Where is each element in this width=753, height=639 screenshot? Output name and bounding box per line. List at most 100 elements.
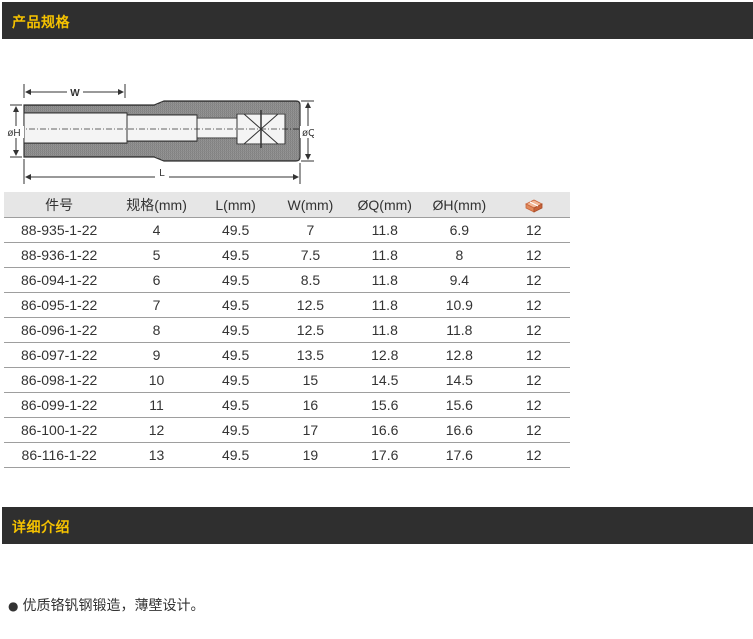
label-q: øQ (302, 128, 314, 139)
cell-width: 15 (272, 367, 349, 393)
cell-width: 16 (272, 392, 349, 418)
cell-length: 49.5 (198, 217, 273, 243)
label-w: W (70, 88, 80, 99)
table-row: 86-099-1-22 11 49.5 16 15.6 15.6 12 (4, 392, 570, 418)
label-h: øH (7, 128, 20, 139)
table-row: 86-100-1-22 12 49.5 17 16.6 16.6 12 (4, 417, 570, 443)
cell-q-diameter: 11.8 (348, 242, 422, 268)
cell-length: 49.5 (198, 317, 273, 343)
cell-h-diameter: 17.6 (421, 442, 498, 468)
table-row: 86-116-1-22 13 49.5 19 17.6 17.6 12 (4, 442, 570, 468)
cell-q-diameter: 12.8 (348, 342, 422, 368)
cell-h-diameter: 6.9 (421, 217, 498, 243)
package-icon (524, 199, 543, 213)
cell-q-diameter: 15.6 (348, 392, 422, 418)
cell-h-diameter: 12.8 (421, 342, 498, 368)
cell-quantity: 12 (497, 417, 570, 443)
cell-quantity: 12 (497, 392, 570, 418)
cell-part-no: 86-098-1-22 (4, 367, 115, 393)
cell-length: 49.5 (198, 417, 273, 443)
cell-size: 7 (114, 292, 199, 318)
cell-part-no: 88-936-1-22 (4, 242, 115, 268)
cell-quantity: 12 (497, 217, 570, 243)
cell-width: 19 (272, 442, 349, 468)
cell-width: 8.5 (272, 267, 349, 293)
cell-part-no: 86-095-1-22 (4, 292, 115, 318)
cell-part-no: 86-099-1-22 (4, 392, 115, 418)
cell-h-diameter: 14.5 (421, 367, 498, 393)
cell-length: 49.5 (198, 367, 273, 393)
cell-width: 13.5 (272, 342, 349, 368)
header-q-diameter: ØQ(mm) (348, 192, 422, 218)
table-row: 86-096-1-22 8 49.5 12.5 11.8 11.8 12 (4, 317, 570, 343)
cell-length: 49.5 (198, 392, 273, 418)
cell-size: 8 (114, 317, 199, 343)
table-row: 86-094-1-22 6 49.5 8.5 11.8 9.4 12 (4, 267, 570, 293)
spec-section-title: 产品规格 (12, 15, 70, 31)
table-row: 88-935-1-22 4 49.5 7 11.8 6.9 12 (4, 217, 570, 243)
header-h-diameter: ØH(mm) (421, 192, 498, 218)
header-size: 规格(mm) (114, 192, 199, 218)
label-l: L (159, 168, 165, 179)
cell-size: 9 (114, 342, 199, 368)
table-header-row: 件号 规格(mm) L(mm) W(mm) ØQ(mm) ØH(mm) (4, 192, 570, 218)
description-line: ● 优质铬钒钢锻造，薄壁设计。 (8, 595, 204, 615)
cell-size: 13 (114, 442, 199, 468)
cell-part-no: 86-116-1-22 (4, 442, 115, 468)
cell-size: 12 (114, 417, 199, 443)
header-part-no: 件号 (4, 192, 115, 218)
cell-quantity: 12 (497, 267, 570, 293)
cell-part-no: 88-935-1-22 (4, 217, 115, 243)
cell-width: 12.5 (272, 292, 349, 318)
header-quantity (497, 192, 570, 218)
cell-quantity: 12 (497, 317, 570, 343)
cell-length: 49.5 (198, 267, 273, 293)
cell-h-diameter: 11.8 (421, 317, 498, 343)
cell-h-diameter: 15.6 (421, 392, 498, 418)
socket-diagram: W øH øQ L (4, 84, 314, 184)
cell-length: 49.5 (198, 342, 273, 368)
cell-quantity: 12 (497, 367, 570, 393)
cell-width: 7.5 (272, 242, 349, 268)
header-length: L(mm) (198, 192, 273, 218)
table-row: 88-936-1-22 5 49.5 7.5 11.8 8 12 (4, 242, 570, 268)
table-row: 86-098-1-22 10 49.5 15 14.5 14.5 12 (4, 367, 570, 393)
cell-h-diameter: 9.4 (421, 267, 498, 293)
cell-size: 4 (114, 217, 199, 243)
cell-part-no: 86-094-1-22 (4, 267, 115, 293)
detail-section-title: 详细介绍 (12, 520, 70, 536)
cell-q-diameter: 17.6 (348, 442, 422, 468)
header-width: W(mm) (272, 192, 349, 218)
bullet-icon: ● (8, 599, 19, 613)
description-text: 优质铬钒钢锻造，薄壁设计。 (22, 598, 205, 614)
table-row: 86-095-1-22 7 49.5 12.5 11.8 10.9 12 (4, 292, 570, 318)
cell-length: 49.5 (198, 242, 273, 268)
cell-part-no: 86-096-1-22 (4, 317, 115, 343)
cell-q-diameter: 11.8 (348, 317, 422, 343)
cell-part-no: 86-097-1-22 (4, 342, 115, 368)
table-row: 86-097-1-22 9 49.5 13.5 12.8 12.8 12 (4, 342, 570, 368)
detail-section-bar: 详细介绍 (2, 507, 753, 544)
cell-q-diameter: 16.6 (348, 417, 422, 443)
spec-section-bar: 产品规格 (2, 2, 753, 39)
cell-quantity: 12 (497, 442, 570, 468)
cell-q-diameter: 14.5 (348, 367, 422, 393)
cell-h-diameter: 16.6 (421, 417, 498, 443)
cell-quantity: 12 (497, 242, 570, 268)
cell-width: 17 (272, 417, 349, 443)
cell-length: 49.5 (198, 442, 273, 468)
cell-size: 5 (114, 242, 199, 268)
cell-width: 12.5 (272, 317, 349, 343)
cell-h-diameter: 8 (421, 242, 498, 268)
spec-table: 件号 规格(mm) L(mm) W(mm) ØQ(mm) ØH(mm) 88-9… (4, 192, 570, 468)
cell-q-diameter: 11.8 (348, 267, 422, 293)
cell-size: 10 (114, 367, 199, 393)
cell-q-diameter: 11.8 (348, 217, 422, 243)
cell-length: 49.5 (198, 292, 273, 318)
cell-quantity: 12 (497, 292, 570, 318)
cell-quantity: 12 (497, 342, 570, 368)
cell-h-diameter: 10.9 (421, 292, 498, 318)
cell-q-diameter: 11.8 (348, 292, 422, 318)
cell-size: 6 (114, 267, 199, 293)
cell-width: 7 (272, 217, 349, 243)
